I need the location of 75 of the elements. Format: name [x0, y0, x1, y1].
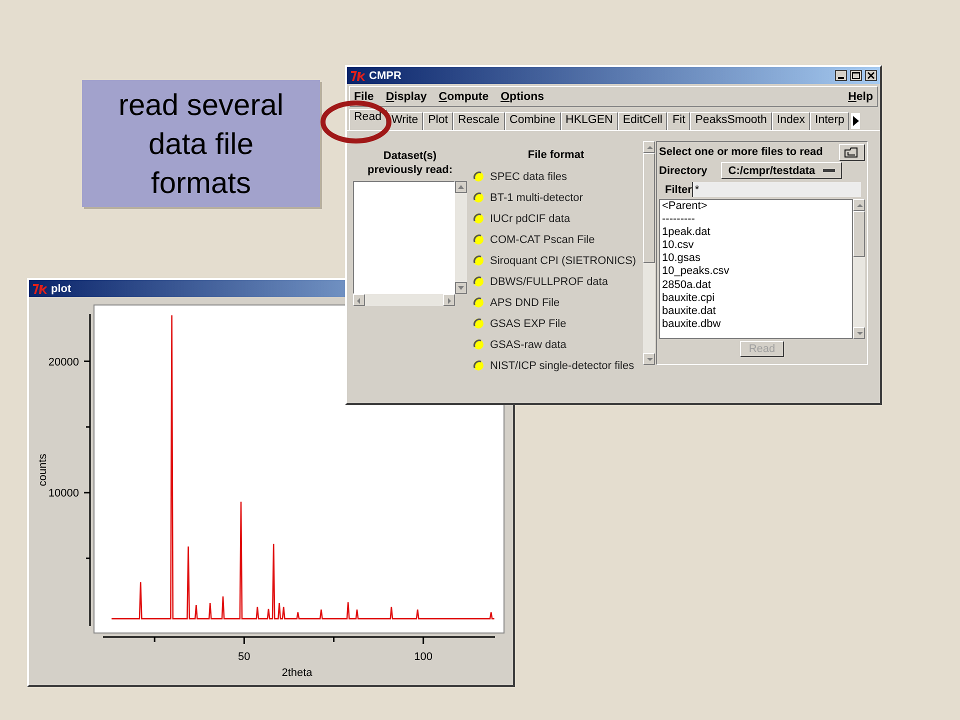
radio-button[interactable] [473, 171, 484, 182]
radio-label[interactable]: IUCr pdCIF data [490, 212, 570, 224]
radio-button[interactable] [473, 234, 484, 245]
menu-item[interactable]: Help [848, 90, 873, 102]
radio-label[interactable]: Siroquant CPI (SIETRONICS) [490, 254, 636, 266]
listbox-entry[interactable]: bauxite.dat [662, 304, 852, 318]
listbox-entry[interactable]: 2850a.dat [662, 278, 852, 292]
minimize-icon[interactable] [835, 70, 847, 81]
radio-button[interactable] [473, 339, 484, 350]
radio-button[interactable] [473, 360, 484, 371]
section-heading: File format [526, 148, 586, 162]
feather-logo-icon [32, 282, 48, 294]
radio-button[interactable] [473, 276, 484, 287]
tab[interactable]: HKLGEN [560, 112, 618, 130]
tab[interactable]: Combine [504, 112, 561, 130]
window-title: plot [51, 282, 72, 294]
field-label: Directory [659, 164, 708, 176]
tick-label: 50 [238, 651, 250, 663]
tab[interactable]: Index [772, 112, 810, 130]
tab[interactable]: PeaksSmooth [690, 112, 772, 130]
folder-button[interactable] [839, 144, 865, 160]
radio-button[interactable] [473, 255, 484, 266]
listbox-entry[interactable]: <Parent> [662, 200, 852, 214]
radio-label[interactable]: GSAS-raw data [490, 338, 566, 350]
radio-label[interactable]: APS DND File [490, 296, 560, 308]
window-title: CMPR [369, 70, 402, 82]
menu-item[interactable]: Display [386, 90, 427, 102]
tab[interactable]: Rescale [452, 112, 505, 130]
radio-button[interactable] [473, 213, 484, 224]
scrollbar[interactable] [455, 181, 467, 294]
radio-label[interactable]: SPEC data files [490, 170, 568, 182]
close-icon[interactable] [865, 70, 877, 81]
radio-button[interactable] [473, 192, 484, 203]
tick-label: 10000 [48, 488, 79, 500]
scroll-right-icon[interactable] [851, 113, 860, 129]
menu-item[interactable]: File [354, 90, 374, 102]
tick-label: 20000 [48, 356, 79, 368]
radio-label[interactable]: DBWS/FULLPROF data [490, 276, 608, 288]
tick-label: 100 [414, 651, 433, 663]
listbox-entry[interactable]: 10.gsas [662, 252, 852, 266]
radio-label[interactable]: NIST/ICP single-detector files [490, 360, 634, 372]
menu-item[interactable]: Options [500, 90, 544, 102]
tab[interactable]: Read [349, 109, 386, 130]
filter-field[interactable]: * [692, 182, 861, 197]
panel-heading: Select one or more files to read [659, 146, 823, 158]
scrollbar[interactable] [353, 294, 455, 306]
tab[interactable]: EditCell [618, 112, 668, 130]
radio-label[interactable]: COM-CAT Pscan File [490, 234, 595, 246]
axis-title: 2theta [282, 667, 312, 679]
radio-button[interactable] [473, 318, 484, 329]
field-label: Filter [665, 184, 692, 196]
listbox-entry[interactable]: bauxite.dbw [662, 318, 852, 331]
listbox-entry[interactable]: 10_peaks.csv [662, 265, 852, 279]
listbox-entry[interactable]: --------- [662, 213, 852, 226]
listbox-entry[interactable]: 10.csv [662, 239, 852, 252]
tab[interactable]: Plot [423, 112, 453, 130]
section-heading: Dataset(s) previously read: [366, 149, 454, 177]
menu-item[interactable]: Compute [438, 90, 489, 102]
maximize-icon[interactable] [850, 70, 862, 81]
scrollbar[interactable] [643, 141, 655, 365]
scrollbar[interactable] [853, 199, 865, 339]
listbox-entry[interactable]: bauxite.cpi [662, 292, 852, 305]
callout-text: read several data file formats [82, 80, 320, 207]
tab[interactable]: Fit [667, 112, 690, 130]
folder-icon [844, 146, 860, 158]
file-list[interactable]: <Parent> --------- 1peak.dat 10.csv 10.gsas 10_peaks.csv 2850a.dat bauxite.cpi bauxite.dat bauxite.dbw [659, 199, 853, 339]
axis-title: counts [37, 454, 49, 486]
directory-dropdown[interactable]: C:/cmpr/testdata [721, 162, 842, 179]
feather-logo-icon [350, 70, 366, 82]
radio-label[interactable]: BT-1 multi-detector [490, 192, 583, 204]
radio-button[interactable] [473, 297, 484, 308]
tab[interactable]: Write [386, 112, 424, 130]
radio-label[interactable]: GSAS EXP File [490, 318, 566, 330]
tab[interactable]: Interp [810, 112, 850, 130]
listbox-entry[interactable]: 1peak.dat [662, 226, 852, 240]
